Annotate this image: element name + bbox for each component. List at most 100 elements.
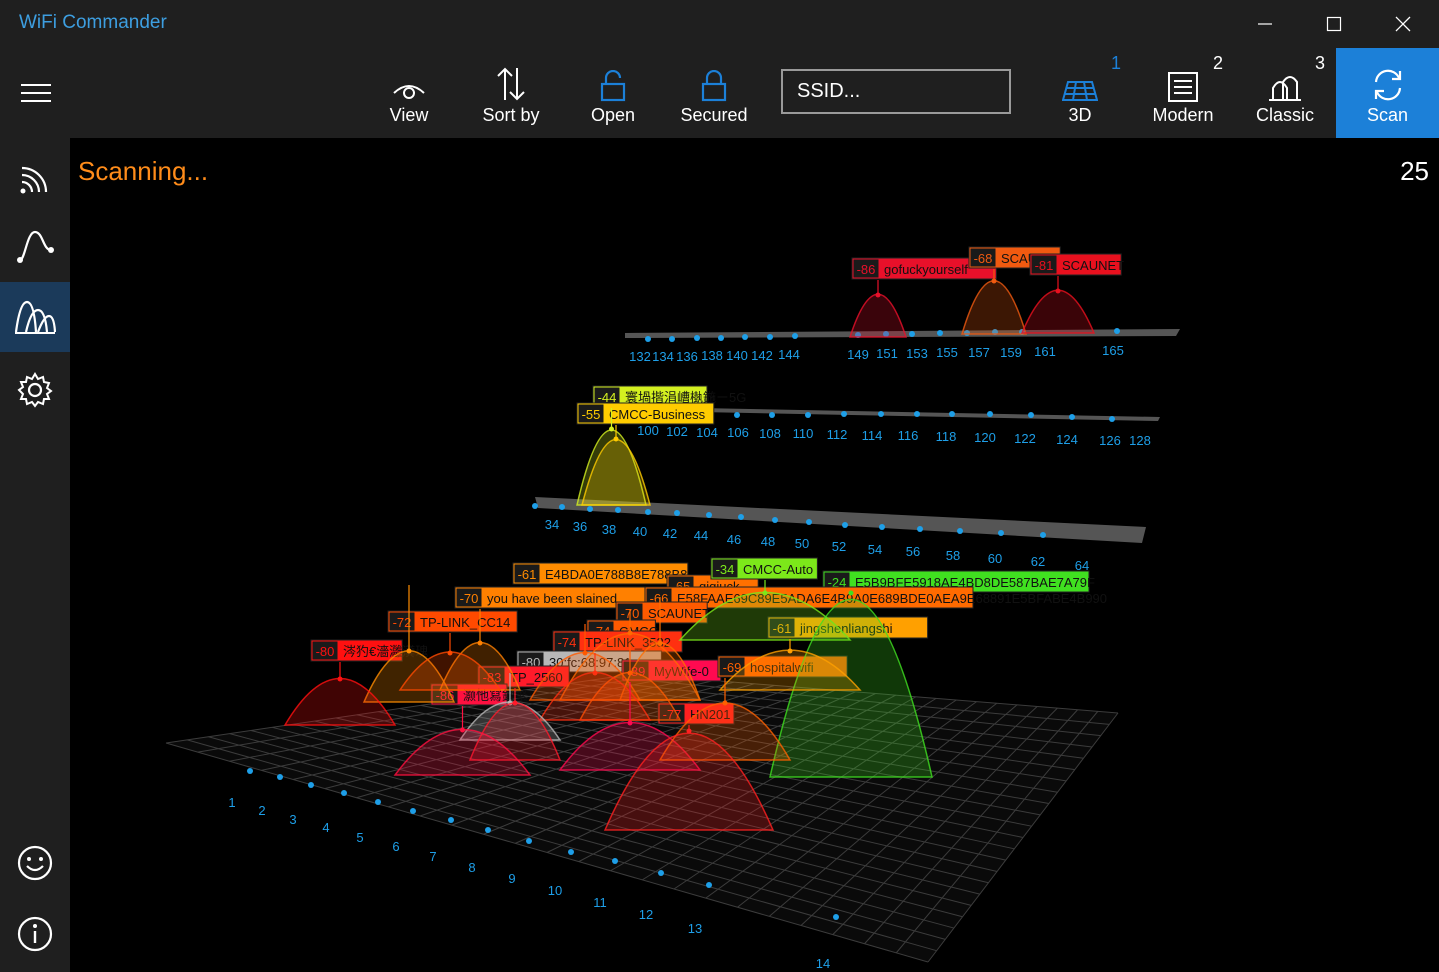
channel-label: 110 xyxy=(793,426,814,441)
network-peak-dot xyxy=(848,590,854,596)
channel-dot xyxy=(805,412,811,418)
network-label: -72 TP-LINK_CC14 xyxy=(387,610,518,633)
network-peak-dot xyxy=(991,278,997,284)
channel-dot xyxy=(1040,532,1046,538)
channel-dot xyxy=(1114,328,1120,334)
unlocked-icon xyxy=(600,70,626,102)
network-peak-dot xyxy=(337,676,343,682)
ssid-search-box[interactable] xyxy=(781,69,1011,114)
document-list-icon xyxy=(1168,72,1198,102)
sidebar-item-settings[interactable] xyxy=(0,355,70,425)
network-curve xyxy=(848,293,908,338)
channel-dot xyxy=(998,530,1004,536)
sort-by-button[interactable]: Sort by xyxy=(468,48,554,138)
channel-dot xyxy=(612,858,618,864)
scan-button[interactable]: Scan xyxy=(1336,48,1439,138)
channel-label: 38 xyxy=(602,522,616,537)
channel-label: 144 xyxy=(778,347,800,362)
channel-dot xyxy=(559,504,565,510)
view-button[interactable]: View xyxy=(373,48,445,138)
network-peak-dot xyxy=(406,648,412,654)
channel-dot xyxy=(568,849,574,855)
channel-label: 7 xyxy=(429,849,436,864)
channel-label: 10 xyxy=(548,883,562,898)
maximize-button[interactable] xyxy=(1299,0,1369,48)
network-peak-dot xyxy=(627,630,633,636)
channel-dot xyxy=(937,330,943,336)
channel-dot xyxy=(532,503,538,509)
channel-label: 165 xyxy=(1102,343,1124,358)
channel-dot xyxy=(833,914,839,920)
sidebar-item-networks[interactable] xyxy=(0,144,70,214)
channel-label: 161 xyxy=(1034,344,1056,359)
secured-filter-button[interactable]: Secured xyxy=(676,48,752,138)
channel-label: 6 xyxy=(392,839,399,854)
channel-dot xyxy=(841,411,847,417)
channel-dot xyxy=(769,412,775,418)
channel-label: 11 xyxy=(593,895,607,910)
channel-label: 153 xyxy=(906,346,928,361)
channel-label: 128 xyxy=(1129,433,1151,448)
open-filter-button[interactable]: Open xyxy=(582,48,644,138)
sort-icon xyxy=(497,67,525,101)
refresh-icon xyxy=(1374,69,1401,101)
network-dbm: -86 xyxy=(857,262,876,277)
channel-dot xyxy=(526,838,532,844)
channel-dot xyxy=(485,827,491,833)
close-button[interactable] xyxy=(1368,0,1438,48)
channel-dot xyxy=(658,870,664,876)
channel-label: 136 xyxy=(676,349,698,364)
channel-dot xyxy=(694,335,700,341)
network-peak-dot xyxy=(875,292,881,298)
secured-label: Secured xyxy=(680,105,748,125)
hamburger-menu-button[interactable] xyxy=(8,68,64,118)
network-ssid: TP-LINK_CC14 xyxy=(420,615,510,630)
mode-classic-button[interactable]: Classic xyxy=(1252,48,1318,138)
feedback-button[interactable] xyxy=(0,828,70,898)
channel-label: 102 xyxy=(666,424,688,439)
network-dbm: -68 xyxy=(974,251,993,266)
network-peak-dot xyxy=(613,436,619,442)
network-peak-dot xyxy=(1055,288,1061,294)
sidebar-item-channels[interactable] xyxy=(0,282,70,352)
channel-label: 100 xyxy=(637,423,659,438)
channel-dot xyxy=(706,512,712,518)
channel-label: 138 xyxy=(701,348,723,363)
mode-modern-number: 2 xyxy=(1213,53,1224,73)
channel-label: 62 xyxy=(1031,554,1045,569)
minimize-button[interactable] xyxy=(1230,0,1300,48)
about-button[interactable] xyxy=(0,899,70,969)
sidebar-item-graph[interactable] xyxy=(0,211,70,281)
network-label: -81 SCAUNET xyxy=(1029,253,1124,276)
network-ssid: E4BDA0E788B8E788B8 xyxy=(545,567,687,582)
channel-label: 3 xyxy=(289,812,296,827)
mode-modern-button[interactable]: Modern xyxy=(1146,48,1220,138)
channel-dot xyxy=(742,334,748,340)
channel-label: 112 xyxy=(827,427,848,442)
channel-label: 118 xyxy=(936,429,957,444)
network-ssid: you have been slained xyxy=(487,591,617,606)
channel-label: 132 xyxy=(629,349,651,364)
channel-label: 8 xyxy=(468,860,475,875)
view-label: View xyxy=(389,105,429,125)
network-peak-dot xyxy=(512,700,518,706)
channel-3d-plot: 123456789101112131434 36 38 40 42 44 46 48 50 52 5… xyxy=(165,246,1180,971)
channel-dot xyxy=(879,524,885,530)
toolbar: View Sort by Open Secured 3D 1 Modern 2 … xyxy=(0,48,1439,138)
network-ssid: CMCC-Auto xyxy=(743,562,813,577)
network-peak-dot xyxy=(762,590,768,596)
network-peak-dot xyxy=(582,650,588,656)
eye-icon xyxy=(393,85,425,99)
classic-chart-icon xyxy=(1269,76,1301,101)
network-ssid: CMCC-Business xyxy=(609,407,706,422)
channel-label: 34 xyxy=(545,517,559,532)
ssid-input[interactable] xyxy=(783,71,1009,112)
channel-label: 13 xyxy=(688,921,702,936)
scan-label: Scan xyxy=(1366,105,1409,125)
mode-3d-button[interactable]: 3D xyxy=(1050,48,1110,138)
network-peak-dot xyxy=(787,648,793,654)
channel-label: 149 xyxy=(847,347,869,362)
channel-label: 1 xyxy=(228,795,235,810)
channel-dot xyxy=(767,334,773,340)
network-label: -61 E4BDA0E788B8E788B8 xyxy=(512,562,689,585)
